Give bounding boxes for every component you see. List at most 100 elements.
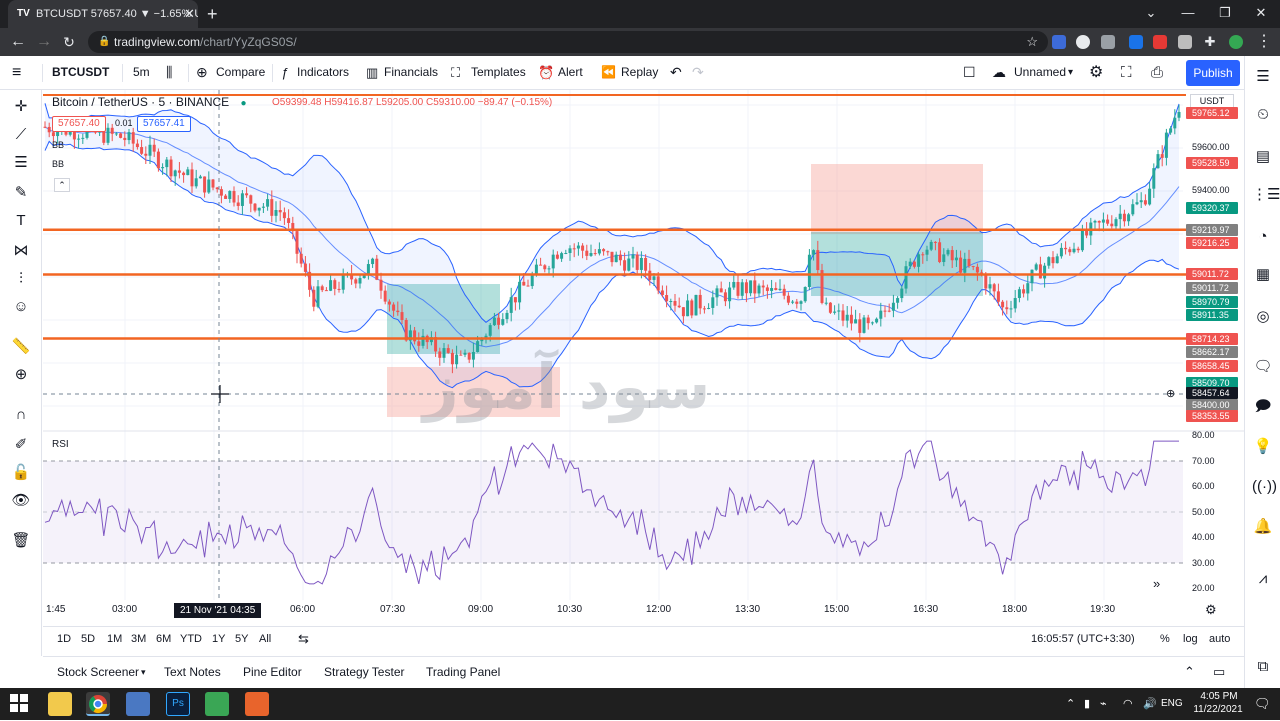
- settings-gear-icon[interactable]: ⚙: [1089, 56, 1103, 90]
- alert-button[interactable]: Alert: [558, 56, 583, 90]
- recorder-icon[interactable]: [245, 692, 269, 716]
- tab-search-icon[interactable]: ⌄: [1136, 0, 1166, 26]
- bb-indicator-label[interactable]: BB: [52, 159, 64, 169]
- goto-date-calendar-icon[interactable]: ⇆: [298, 627, 309, 651]
- data-window-icon[interactable]: ▤: [1252, 146, 1274, 168]
- hide-drawings-eye-icon[interactable]: 👁: [10, 490, 32, 512]
- range-6m-button[interactable]: 6M: [156, 627, 171, 651]
- axis-settings-gear-icon[interactable]: ⚙: [1205, 602, 1217, 618]
- tab-text-notes[interactable]: Text Notes: [164, 657, 221, 687]
- chart-pane[interactable]: سود آموز: [43, 90, 1244, 656]
- ideas-stream-icon[interactable]: 💡: [1252, 436, 1274, 458]
- forward-icon[interactable]: →: [32, 28, 56, 56]
- chevron-down-icon[interactable]: ▾: [141, 657, 146, 687]
- chat-icon[interactable]: 🗨: [1252, 356, 1274, 378]
- photoshop-icon[interactable]: Ps: [166, 692, 190, 716]
- tab-close-icon[interactable]: ✕: [184, 0, 195, 28]
- maximize-button[interactable]: ❐: [1210, 0, 1240, 26]
- text-tool-icon[interactable]: T: [10, 210, 32, 232]
- interval-button[interactable]: 5m: [133, 56, 150, 90]
- trash-icon[interactable]: 🗑: [10, 530, 32, 552]
- rsi-label[interactable]: RSI: [52, 439, 69, 450]
- magnet-icon[interactable]: ∩: [10, 404, 32, 426]
- undo-icon[interactable]: ↶: [670, 56, 682, 90]
- financials-button[interactable]: Financials: [384, 56, 438, 90]
- chevron-down-icon[interactable]: ▾: [1068, 56, 1073, 90]
- tab-pine-editor[interactable]: Pine Editor: [243, 657, 302, 687]
- watchlist-icon[interactable]: ☰: [1252, 66, 1274, 88]
- app-icon[interactable]: [126, 692, 150, 716]
- indicators-button[interactable]: Indicators: [297, 56, 349, 90]
- symbol-description[interactable]: Bitcoin / TetherUS · 5 · BINANCE: [52, 95, 229, 109]
- taskbar-time[interactable]: 4:05 PM: [1196, 691, 1242, 702]
- collapse-legend-icon[interactable]: ⌃: [54, 178, 70, 192]
- profile-avatar[interactable]: [1229, 35, 1243, 49]
- extension-icon[interactable]: [1101, 35, 1115, 49]
- timezone-clock[interactable]: 16:05:57 (UTC+3:30): [1031, 627, 1135, 651]
- chart-canvas[interactable]: سود آموز: [43, 90, 1244, 656]
- browser-tab[interactable]: TV BTCUSDT 57657.40 ▼ −1.65% Un ✕: [8, 0, 198, 28]
- range-all-button[interactable]: All: [259, 627, 271, 651]
- close-window-button[interactable]: ✕: [1246, 0, 1276, 26]
- notifications-bell-icon[interactable]: 🔔: [1252, 516, 1274, 538]
- layout-name-button[interactable]: Unnamed: [1014, 56, 1066, 90]
- hamburger-menu-icon[interactable]: ≡: [12, 56, 21, 90]
- range-ytd-button[interactable]: YTD: [180, 627, 202, 651]
- prediction-icon[interactable]: ⫶: [10, 268, 32, 290]
- layout-select-icon[interactable]: ☐: [963, 56, 976, 90]
- replay-button[interactable]: Replay: [621, 56, 658, 90]
- snapshot-camera-icon[interactable]: ⎙: [1151, 56, 1163, 90]
- bookmark-star-icon[interactable]: ☆: [1026, 31, 1038, 53]
- publish-button[interactable]: Publish: [1186, 60, 1240, 86]
- tab-strategy-tester[interactable]: Strategy Tester: [324, 657, 404, 687]
- streams-icon[interactable]: ((·)): [1252, 476, 1277, 498]
- redo-icon[interactable]: ↷: [692, 56, 704, 90]
- wifi-icon[interactable]: ◠: [1123, 688, 1133, 720]
- zoom-in-icon[interactable]: ⊕: [10, 364, 32, 386]
- minimize-button[interactable]: —: [1173, 0, 1203, 26]
- range-1y-button[interactable]: 1Y: [212, 627, 225, 651]
- back-icon[interactable]: ←: [6, 28, 30, 56]
- reload-icon[interactable]: ↻: [57, 28, 81, 56]
- emoji-icon[interactable]: ☺: [10, 296, 32, 318]
- layers-icon[interactable]: ⧉: [1252, 656, 1274, 678]
- symbol-search-button[interactable]: BTCUSDT: [52, 56, 109, 90]
- range-3m-button[interactable]: 3M: [131, 627, 146, 651]
- extensions-puzzle-icon[interactable]: ✚: [1198, 28, 1222, 56]
- browser-menu-icon[interactable]: ⋮: [1252, 28, 1276, 56]
- range-1m-button[interactable]: 1M: [107, 627, 122, 651]
- add-alert-plus-icon[interactable]: ⊕: [1166, 387, 1175, 400]
- tray-icon[interactable]: ⌁: [1100, 688, 1107, 720]
- tab-stock-screener[interactable]: Stock Screener: [57, 657, 139, 687]
- ideas-icon[interactable]: ◎: [1252, 306, 1274, 328]
- auto-scale-toggle[interactable]: auto: [1209, 627, 1230, 651]
- fullscreen-icon[interactable]: ⛶: [1121, 56, 1132, 90]
- chevron-up-icon[interactable]: ⌃: [1184, 657, 1195, 687]
- currency-tag[interactable]: USDT: [1190, 94, 1234, 108]
- tray-chevron-icon[interactable]: ⌃: [1066, 688, 1075, 720]
- range-5d-button[interactable]: 5D: [81, 627, 95, 651]
- ruler-icon[interactable]: 📏: [10, 336, 32, 358]
- bb-indicator-label[interactable]: BB: [52, 140, 64, 150]
- templates-button[interactable]: Templates: [471, 56, 526, 90]
- buy-price-box[interactable]: 57657.41: [137, 116, 191, 132]
- calendar-icon[interactable]: ▦: [1252, 264, 1274, 286]
- address-bar[interactable]: 🔒 tradingview.com/chart/YyZqGS0S/ ☆: [88, 31, 1048, 53]
- extension-icon[interactable]: [1153, 35, 1167, 49]
- stay-in-drawing-icon[interactable]: ✐: [10, 434, 32, 456]
- extension-icon[interactable]: [1129, 35, 1143, 49]
- range-5y-button[interactable]: 5Y: [235, 627, 248, 651]
- brush-icon[interactable]: ✎: [10, 182, 32, 204]
- camtasia-icon[interactable]: [205, 692, 229, 716]
- private-chat-icon[interactable]: 🗩: [1252, 396, 1274, 418]
- hotlists-icon[interactable]: ◔: [1252, 226, 1274, 248]
- sell-price-box[interactable]: 57657.40: [52, 116, 106, 132]
- object-tree-icon[interactable]: ⋮☰: [1252, 184, 1280, 206]
- range-1d-button[interactable]: 1D: [57, 627, 71, 651]
- extension-icon[interactable]: [1052, 35, 1066, 49]
- fib-retracement-icon[interactable]: ☰: [10, 152, 32, 174]
- maximize-panel-icon[interactable]: ▭: [1213, 657, 1225, 687]
- scroll-to-realtime-icon[interactable]: »: [1153, 576, 1160, 591]
- taskbar-date[interactable]: 11/22/2021: [1188, 704, 1248, 715]
- chrome-icon[interactable]: [86, 692, 110, 716]
